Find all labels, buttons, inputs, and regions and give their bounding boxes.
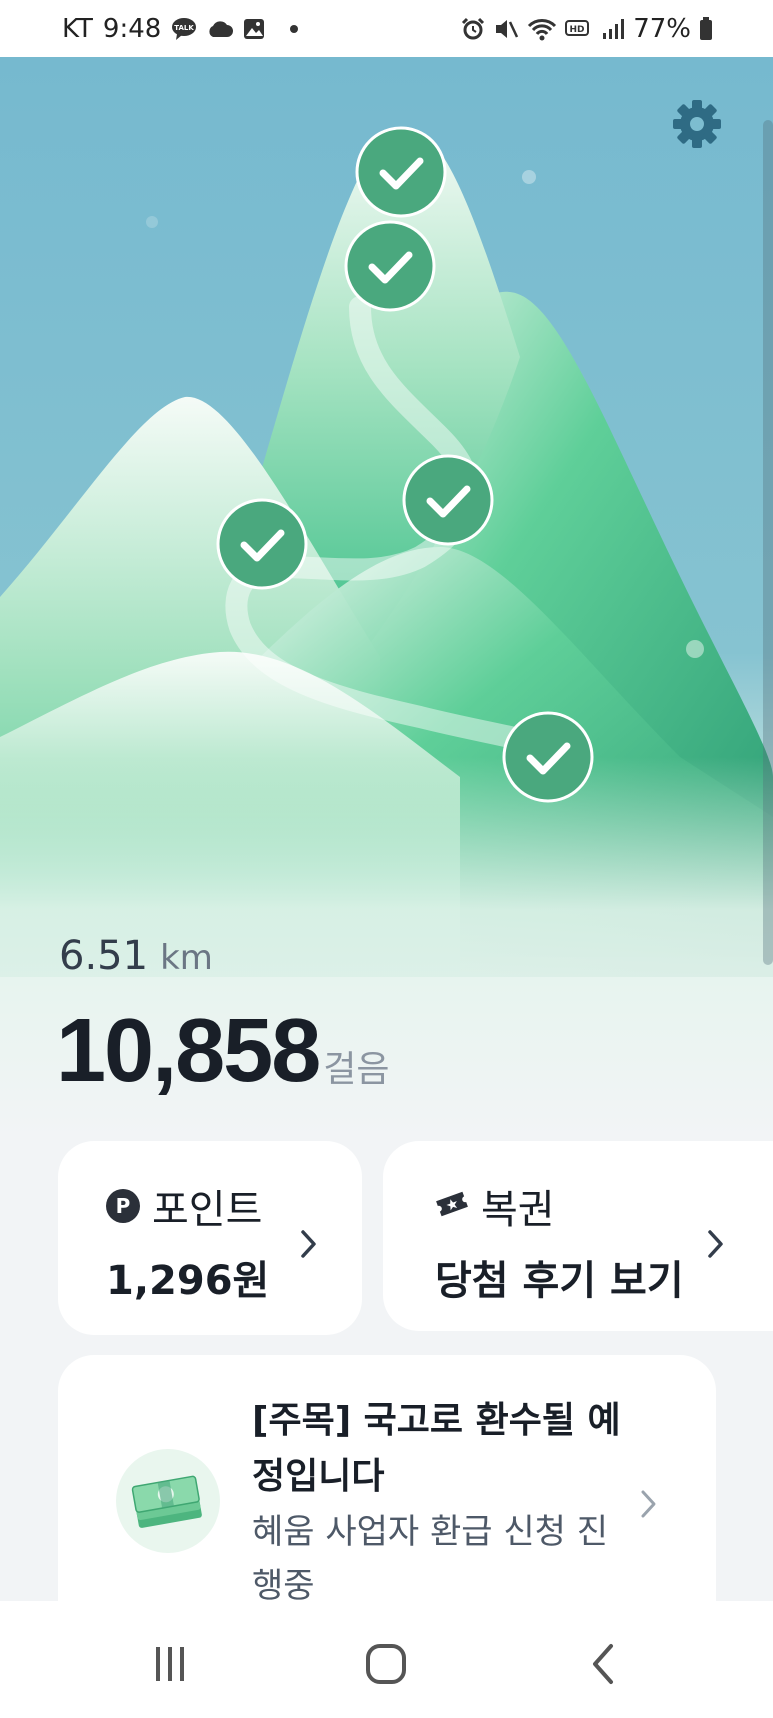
points-title-row: P 포인트	[106, 1177, 262, 1235]
lotto-title: 복권	[481, 1187, 555, 1233]
svg-text:HD: HD	[570, 25, 585, 35]
gallery-icon	[243, 18, 265, 40]
points-card[interactable]: P 포인트 1,296원	[58, 1141, 362, 1335]
lotto-card[interactable]: 복권 당첨 후기 보기	[383, 1141, 773, 1331]
distance-unit: km	[160, 938, 213, 978]
signal-icon	[601, 18, 625, 40]
p-icon: P	[106, 1189, 140, 1223]
home-icon	[366, 1644, 406, 1684]
recents-button[interactable]	[140, 1639, 200, 1689]
steps-unit: 걸음	[323, 1049, 390, 1090]
hd-icon: HD	[565, 18, 593, 40]
system-nav-bar	[0, 1601, 773, 1718]
steps-value: 10,858	[56, 1001, 321, 1101]
ticket-icon	[435, 1189, 469, 1223]
distance-value: 6.51	[59, 933, 149, 979]
steps-row: 10,858 걸음	[56, 1000, 390, 1103]
back-icon	[593, 1644, 613, 1684]
checkpoint-3[interactable]	[402, 454, 494, 546]
back-button[interactable]	[574, 1639, 634, 1689]
clock: 9:48	[102, 13, 162, 44]
notice-title: [주목] 국고로 환수될 예정입니다	[252, 1400, 621, 1497]
battery-percent: 77%	[633, 13, 691, 44]
status-bar: KT 9:48 TALK HD 77%	[0, 0, 773, 57]
svg-text:TALK: TALK	[175, 24, 195, 32]
money-icon	[116, 1449, 220, 1553]
wifi-icon	[527, 17, 557, 41]
chevron-right-icon	[638, 1489, 658, 1518]
alarm-icon	[461, 17, 485, 41]
chevron-right-icon	[705, 1229, 725, 1258]
dot-icon	[289, 24, 299, 34]
battery-icon	[699, 16, 713, 41]
gear-icon[interactable]	[671, 98, 723, 150]
points-value: 1,296원	[106, 1258, 270, 1304]
recents-icon	[156, 1647, 184, 1681]
lotto-title-row: 복권	[435, 1177, 555, 1235]
distance-row: 6.51 km	[59, 933, 213, 979]
lotto-value: 당첨 후기 보기	[435, 1258, 684, 1304]
talk-icon: TALK	[171, 17, 197, 41]
mute-icon	[493, 17, 519, 41]
checkpoint-2[interactable]	[344, 220, 436, 312]
checkpoint-4[interactable]	[216, 498, 308, 590]
carrier-label: KT	[62, 13, 93, 44]
points-title: 포인트	[152, 1187, 263, 1233]
notice-subtitle: 혜움 사업자 환급 신청 진행중	[252, 1512, 609, 1606]
chevron-right-icon	[298, 1229, 318, 1258]
home-button[interactable]	[356, 1639, 416, 1689]
cloud-icon	[207, 20, 234, 38]
scrollbar[interactable]	[763, 120, 773, 965]
checkpoint-5[interactable]	[502, 711, 594, 803]
checkpoint-1[interactable]	[355, 126, 447, 218]
